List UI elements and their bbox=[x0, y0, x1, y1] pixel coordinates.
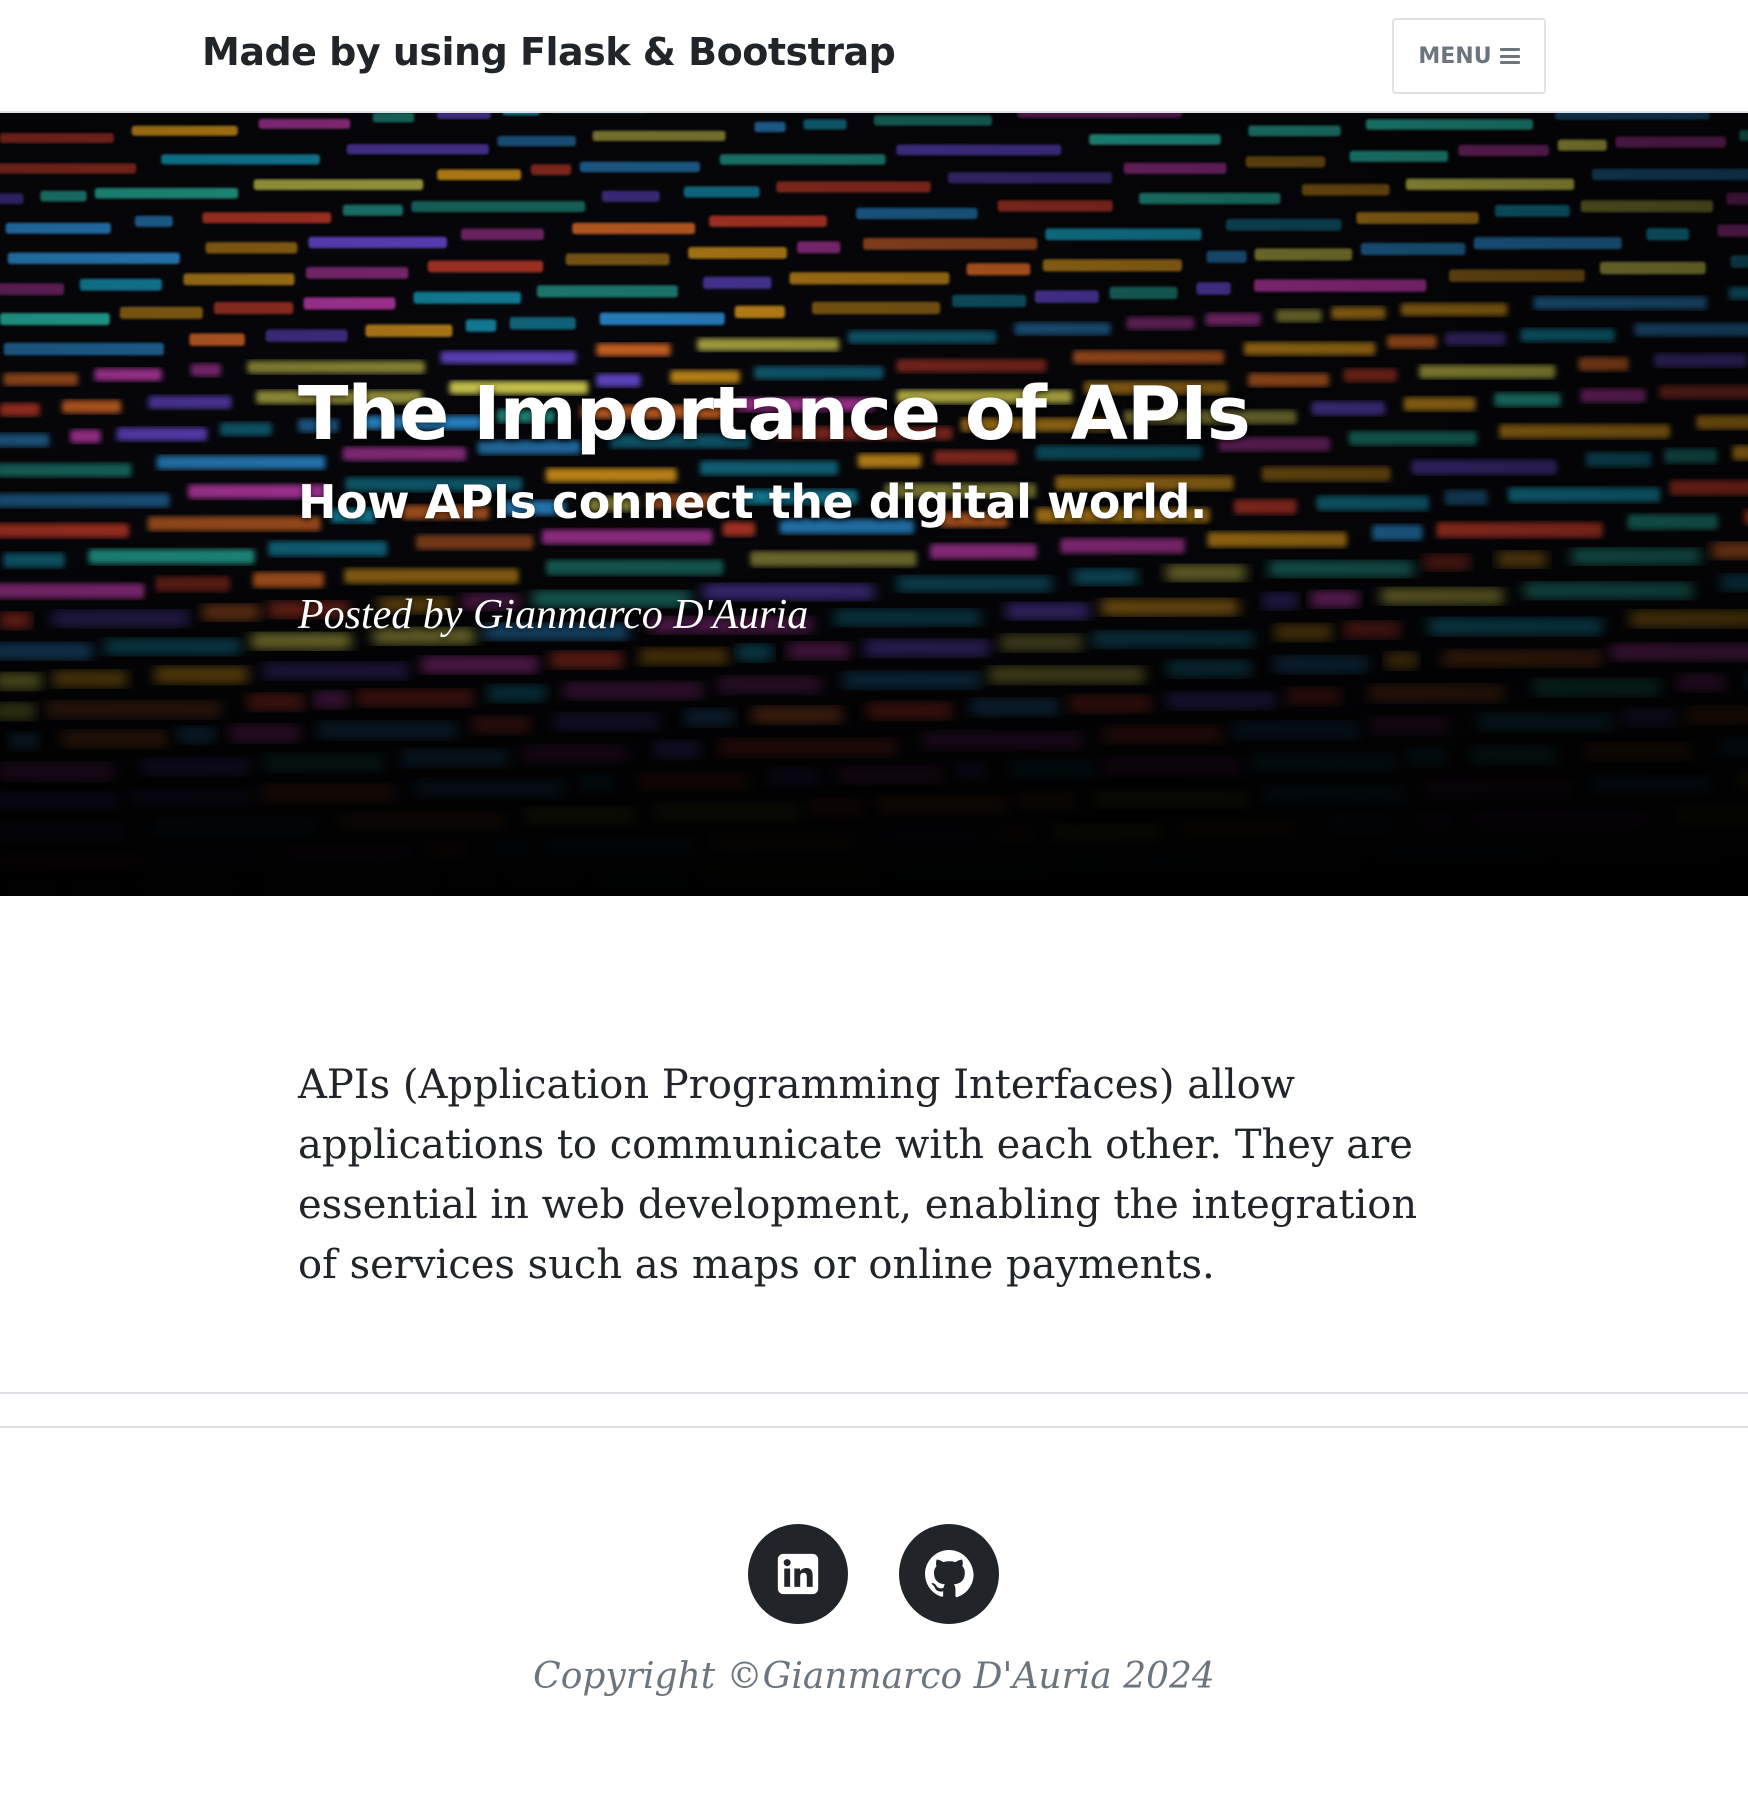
github-icon bbox=[925, 1550, 974, 1598]
linkedin-icon bbox=[777, 1553, 819, 1595]
menu-label: MENU bbox=[1418, 43, 1492, 69]
linkedin-link[interactable] bbox=[748, 1524, 848, 1624]
footer-divider bbox=[0, 1426, 1748, 1428]
menu-toggle-button[interactable]: MENU bbox=[1392, 18, 1546, 94]
copyright-text: Copyright ©Gianmarco D'Auria 2024 bbox=[533, 1656, 1215, 1697]
post-title: The Importance of APIs bbox=[298, 371, 1251, 457]
hamburger-icon bbox=[1499, 48, 1520, 64]
post-body-paragraph: APIs (Application Programming Interfaces… bbox=[298, 1062, 1418, 1288]
brand-link[interactable]: Made by using Flask & Bootstrap bbox=[202, 30, 896, 74]
post-meta: Posted by Gianmarco D'Auria bbox=[298, 592, 809, 638]
post-subtitle: How APIs connect the digital world. bbox=[298, 475, 1207, 529]
github-link[interactable] bbox=[899, 1524, 999, 1624]
divider bbox=[0, 1392, 1748, 1394]
masthead: The Importance of APIs How APIs connect … bbox=[0, 113, 1748, 896]
navbar: Made by using Flask & Bootstrap MENU bbox=[0, 0, 1748, 113]
